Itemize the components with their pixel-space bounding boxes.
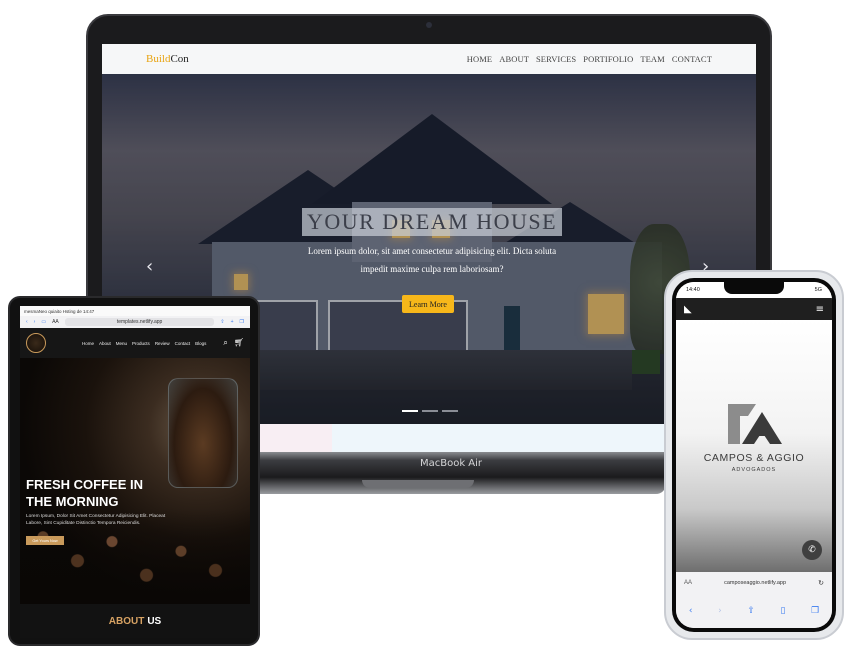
site-navbar: BuildCon HOME ABOUT SERVICES PORTIFOLIO …	[102, 44, 756, 74]
nav-home[interactable]: HOME	[467, 54, 492, 64]
whatsapp-icon[interactable]: ✆	[802, 540, 822, 560]
nav-contact[interactable]: Contact	[175, 341, 191, 346]
search-icon[interactable]: ⌕	[223, 338, 227, 348]
tablet-screen: mesmaNeo quiaito Hsting de 14:47 ‹ › ▭ A…	[20, 306, 250, 638]
logo-build: Build	[146, 53, 171, 65]
tabs-icon[interactable]: ❐	[811, 606, 819, 616]
nav-services[interactable]: SERVICES	[536, 54, 576, 64]
cart-icon[interactable]: 🛒︎	[234, 338, 244, 348]
nav-review[interactable]: Review	[155, 341, 170, 346]
slider-dot[interactable]	[402, 410, 418, 412]
brand-subtitle: ADVOGADOS	[731, 467, 777, 473]
forward-icon[interactable]: ›	[34, 319, 36, 325]
slider-dot[interactable]	[442, 410, 458, 412]
nav-home[interactable]: Home	[82, 341, 94, 346]
laptop-hinge-notch	[362, 480, 474, 488]
tabs-icon[interactable]: ❐	[240, 319, 244, 325]
reader-aa-icon[interactable]: AA	[684, 580, 692, 586]
chevron-left-icon[interactable]: ‹	[146, 256, 153, 277]
add-tab-icon[interactable]: +	[231, 319, 234, 325]
about-us-heading: ABOUT US	[20, 604, 250, 638]
learn-more-button[interactable]: Learn More	[402, 295, 454, 313]
back-icon[interactable]: ‹	[26, 319, 28, 325]
law-logo-small[interactable]: ◣	[684, 304, 692, 315]
phone-screen: 14:40 5G ◣ ≡ CAMPOS & AGGIO ADVOGADOS ✆ …	[676, 282, 832, 628]
law-navbar: ◣ ≡	[676, 298, 832, 320]
coffee-menu: Home About Menu Products Review Contact …	[82, 341, 206, 346]
back-icon[interactable]: ‹	[689, 606, 693, 616]
tablet-browser-bar: ‹ › ▭ AA templates.netlify.app ⇧ + ❐	[20, 316, 250, 328]
coffee-hero: FRESH COFFEE IN THE MORNING Lorem Ipsum,…	[20, 358, 250, 604]
phone-notch	[724, 282, 784, 294]
logo-con: Con	[170, 53, 189, 65]
nav-products[interactable]: Products	[132, 341, 150, 346]
bookmarks-icon[interactable]: ▯	[781, 606, 786, 616]
slider-dot[interactable]	[422, 410, 438, 412]
tablet-mockup: mesmaNeo quiaito Hsting de 14:47 ‹ › ▭ A…	[8, 296, 260, 646]
device-mockup-stage: BuildCon HOME ABOUT SERVICES PORTIFOLIO …	[0, 0, 863, 647]
below-fold-block	[252, 424, 332, 452]
phone-bezel: 14:40 5G ◣ ≡ CAMPOS & AGGIO ADVOGADOS ✆ …	[672, 278, 836, 632]
slider-dots	[402, 410, 458, 412]
phone-url-bar: AA camposeaggio.netlify.app ↻	[676, 572, 832, 594]
hero-subtitle: Lorem ipsum dolor, sit amet consectetur …	[307, 246, 557, 274]
coffee-nav-icons: ⌕ 🛒︎	[223, 338, 244, 348]
tablet-status-bar: mesmaNeo quiaito Hsting de 14:47	[20, 306, 250, 316]
hero-title: YOUR DREAM HOUSE	[302, 208, 562, 236]
nav-blogs[interactable]: Blogs	[195, 341, 206, 346]
status-signal: 5G	[814, 287, 822, 293]
nav-team[interactable]: TEAM	[640, 54, 664, 64]
hamburger-menu-icon[interactable]: ≡	[816, 304, 824, 315]
share-icon[interactable]: ⇧	[747, 606, 755, 616]
coffee-jar-image	[168, 378, 238, 488]
laptop-base: MacBook Air	[236, 452, 666, 494]
share-icon[interactable]: ⇧	[220, 319, 224, 325]
laptop-camera	[426, 22, 432, 28]
nav-contact[interactable]: CONTACT	[672, 54, 712, 64]
coffee-logo[interactable]	[26, 333, 46, 353]
nav-about[interactable]: About	[99, 341, 111, 346]
nav-portfolio[interactable]: PORTIFOLIO	[583, 54, 633, 64]
coffee-navbar: Home About Menu Products Review Contact …	[20, 328, 250, 358]
phone-url-field[interactable]: camposeaggio.netlify.app	[692, 580, 818, 586]
nav-about[interactable]: ABOUT	[499, 54, 529, 64]
about-word: ABOUT	[108, 615, 145, 627]
nav-menu[interactable]: Menu	[116, 341, 127, 346]
laptop-model-label: MacBook Air	[419, 458, 483, 469]
tablet-url-field[interactable]: templates.netlify.app	[64, 318, 215, 326]
coffee-hero-text: Lorem Ipsum, Dolor Sit Amet Consectetur …	[26, 514, 166, 526]
phone-mockup: 14:40 5G ◣ ≡ CAMPOS & AGGIO ADVOGADOS ✆ …	[664, 270, 844, 640]
us-word: US	[147, 615, 162, 627]
site-menu: HOME ABOUT SERVICES PORTIFOLIO TEAM CONT…	[467, 54, 712, 64]
law-hero: CAMPOS & AGGIO ADVOGADOS ✆	[676, 320, 832, 572]
campos-aggio-logo-mark	[728, 404, 782, 444]
phone-browser-toolbar: ‹ › ⇧ ▯ ❐	[676, 594, 832, 628]
coffee-hero-title: FRESH COFFEE IN THE MORNING	[26, 477, 144, 509]
book-icon[interactable]: ▭	[41, 319, 46, 325]
reader-aa-icon[interactable]: AA	[52, 319, 59, 325]
site-logo[interactable]: BuildCon	[146, 53, 189, 65]
brand-name: CAMPOS & AGGIO	[703, 452, 805, 464]
reload-icon[interactable]: ↻	[818, 579, 824, 587]
status-time: 14:40	[686, 287, 700, 293]
get-yours-now-button[interactable]: Get Yours Now	[26, 536, 64, 545]
forward-icon[interactable]: ›	[718, 606, 722, 616]
